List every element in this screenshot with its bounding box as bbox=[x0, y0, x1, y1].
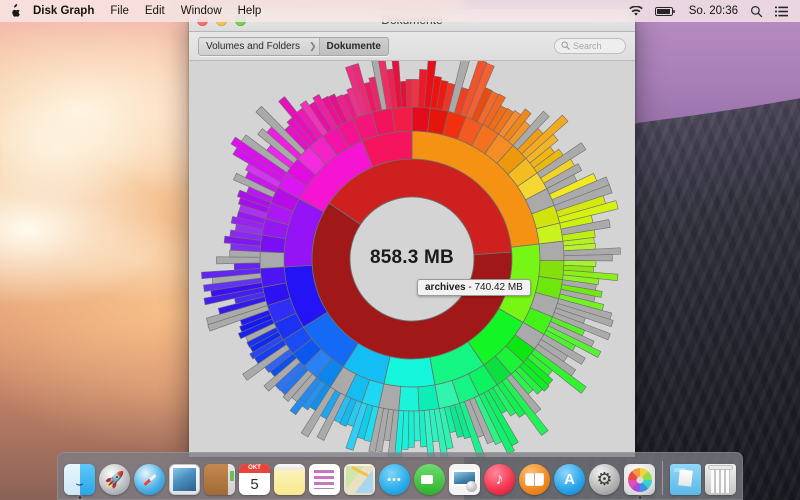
search-icon bbox=[561, 37, 570, 55]
menu-item-file[interactable]: File bbox=[102, 0, 137, 22]
dock: OKT 5 bbox=[57, 452, 743, 500]
tooltip-item-name: archives bbox=[425, 282, 466, 293]
app-window: Dokumente Volumes and Folders ❯ Dokument… bbox=[189, 9, 635, 457]
tooltip-item-size: 740.42 MB bbox=[474, 282, 522, 293]
breadcrumb-item-dokumente[interactable]: Dokumente bbox=[319, 38, 388, 55]
notification-center-icon[interactable] bbox=[769, 6, 794, 17]
sunburst-ring3-segment-other[interactable] bbox=[216, 257, 260, 264]
screen: Disk Graph File Edit Window Help So. 20:… bbox=[0, 0, 800, 500]
search-field[interactable]: Search bbox=[554, 38, 626, 54]
dock-item-contacts[interactable] bbox=[203, 459, 236, 499]
dock-item-disk-graph[interactable] bbox=[623, 459, 656, 499]
dock-item-messages[interactable] bbox=[378, 459, 411, 499]
dock-item-app-store[interactable] bbox=[553, 459, 586, 499]
dock-item-mail[interactable] bbox=[168, 459, 201, 499]
dock-item-system-preferences[interactable] bbox=[588, 459, 621, 499]
sunburst-ring3-segment[interactable] bbox=[414, 411, 420, 441]
breadcrumb: Volumes and Folders ❯ Dokumente bbox=[198, 37, 389, 56]
calendar-day-label: 5 bbox=[239, 473, 270, 495]
sunburst-svg[interactable] bbox=[189, 61, 635, 457]
chart-tooltip: archives - 740.42 MB bbox=[417, 279, 531, 296]
sunburst-ring2-segment[interactable] bbox=[392, 107, 412, 132]
dock-item-trash[interactable] bbox=[704, 459, 737, 499]
dock-separator bbox=[662, 461, 663, 495]
calendar-month-label: OKT bbox=[239, 464, 270, 473]
breadcrumb-item-volumes-and-folders[interactable]: Volumes and Folders bbox=[199, 38, 307, 55]
sunburst-ring1-segment[interactable] bbox=[384, 357, 435, 387]
window-content: 858.3 MB archives - 740.42 MB bbox=[189, 61, 635, 457]
menu-item-app[interactable]: Disk Graph bbox=[25, 0, 102, 22]
menu-item-help[interactable]: Help bbox=[230, 0, 270, 22]
dock-item-photos[interactable] bbox=[448, 459, 481, 499]
wifi-icon[interactable] bbox=[623, 6, 649, 17]
sunburst-ring3-segment[interactable] bbox=[234, 263, 260, 270]
dock-item-launchpad[interactable] bbox=[98, 459, 131, 499]
disk-usage-sunburst-chart[interactable]: 858.3 MB archives - 740.42 MB bbox=[189, 61, 635, 457]
battery-icon[interactable] bbox=[649, 6, 683, 17]
sunburst-ring3-segment[interactable] bbox=[408, 411, 414, 447]
menu-bar-clock[interactable]: So. 20:36 bbox=[683, 5, 744, 17]
dock-item-facetime[interactable] bbox=[413, 459, 446, 499]
menu-item-edit[interactable]: Edit bbox=[137, 0, 173, 22]
sunburst-ring2-segment[interactable] bbox=[399, 387, 419, 411]
menu-item-window[interactable]: Window bbox=[173, 0, 230, 22]
apple-logo-icon[interactable] bbox=[9, 4, 21, 18]
sunburst-ring2-segment-other[interactable] bbox=[260, 252, 284, 269]
spotlight-search-icon[interactable] bbox=[744, 5, 769, 18]
sunburst-ring3-segment-other[interactable] bbox=[564, 255, 612, 261]
dock-item-itunes[interactable] bbox=[483, 459, 516, 499]
dock-item-finder[interactable] bbox=[63, 459, 96, 499]
search-placeholder: Search bbox=[573, 41, 602, 51]
dock-item-calendar[interactable]: OKT 5 bbox=[238, 459, 271, 499]
sunburst-ring2-segment-other[interactable] bbox=[539, 241, 564, 260]
dock-item-maps[interactable] bbox=[343, 459, 376, 499]
window-toolbar: Volumes and Folders ❯ Dokumente Search bbox=[189, 32, 635, 61]
dock-item-safari[interactable] bbox=[133, 459, 166, 499]
dock-item-notes[interactable] bbox=[273, 459, 306, 499]
breadcrumb-separator-icon: ❯ bbox=[307, 38, 319, 55]
dock-item-ibooks[interactable] bbox=[518, 459, 551, 499]
dock-item-downloads-folder[interactable] bbox=[669, 459, 702, 499]
sunburst-ring3-segment[interactable] bbox=[406, 79, 412, 107]
menu-bar: Disk Graph File Edit Window Help So. 20:… bbox=[0, 0, 800, 22]
dock-item-reminders[interactable] bbox=[308, 459, 341, 499]
